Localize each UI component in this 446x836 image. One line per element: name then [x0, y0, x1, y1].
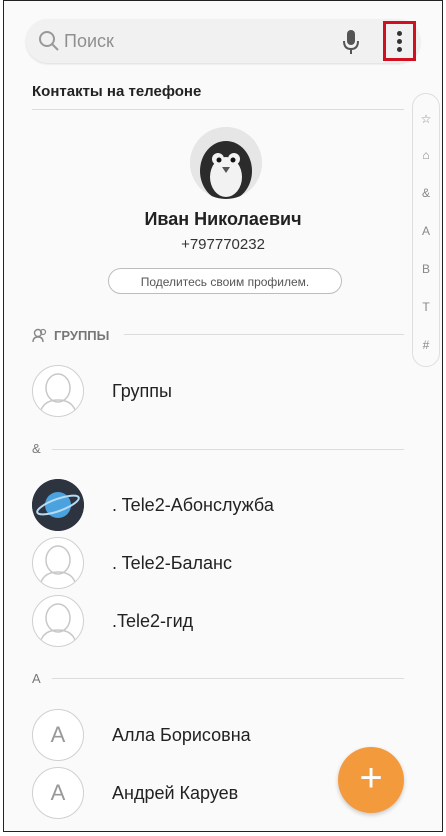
mic-icon[interactable] — [342, 29, 360, 55]
avatar — [32, 365, 84, 417]
avatar-initial: A — [50, 722, 66, 747]
penguin-icon — [190, 127, 262, 199]
index-favorites[interactable]: ☆ — [413, 112, 439, 126]
index-t[interactable]: T — [413, 300, 439, 314]
share-profile-button[interactable]: Поделитесь своим профилем. — [108, 268, 342, 294]
section-letter: A — [32, 671, 41, 686]
divider — [52, 449, 404, 450]
more-options-button[interactable] — [383, 21, 416, 61]
avatar: A — [32, 709, 84, 761]
avatar: A — [32, 767, 84, 819]
list-item[interactable]: . Tele2-Абонслужба — [4, 479, 404, 535]
contact-name: Андрей Каруев — [112, 783, 239, 803]
index-groups[interactable]: ⌂ — [413, 148, 439, 162]
person-icon — [40, 373, 76, 411]
profile-avatar[interactable] — [190, 127, 262, 199]
list-item[interactable]: .Tele2-гид — [4, 595, 404, 651]
groups-header-label: ГРУППЫ — [54, 328, 110, 343]
index-amp[interactable]: & — [413, 186, 439, 200]
avatar — [32, 537, 84, 589]
avatar — [32, 595, 84, 647]
add-contact-button[interactable]: + — [338, 747, 404, 813]
divider — [32, 109, 404, 110]
groups-icon — [32, 328, 47, 343]
person-icon — [40, 603, 76, 641]
person-icon — [40, 545, 76, 583]
index-b[interactable]: B — [413, 262, 439, 276]
list-item[interactable]: . Tele2-Баланс — [4, 537, 404, 593]
contact-name: Алла Борисовна — [112, 725, 251, 745]
menu-dot — [397, 47, 402, 52]
avatar — [32, 479, 84, 531]
avatar-initial: A — [50, 780, 66, 805]
menu-dot — [397, 39, 402, 44]
groups-header: ГРУППЫ — [32, 327, 109, 343]
alphabet-index[interactable]: ☆ ⌂ & A B T # — [412, 93, 440, 367]
index-hash[interactable]: # — [413, 338, 439, 352]
section-title: Контакты на телефоне — [32, 83, 202, 100]
search-bar[interactable]: Поиск — [26, 19, 420, 63]
search-icon — [39, 31, 59, 51]
section-letter: & — [32, 441, 41, 456]
list-item[interactable]: Группы — [4, 365, 404, 421]
planet-icon — [32, 479, 84, 531]
contact-name: . Tele2-Абонслужба — [112, 495, 274, 515]
contact-name: .Tele2-гид — [112, 611, 194, 631]
contact-name: . Tele2-Баланс — [112, 553, 232, 573]
divider — [52, 678, 404, 679]
profile-name: Иван Николаевич — [144, 209, 302, 229]
menu-dot — [397, 31, 402, 36]
divider — [124, 334, 404, 335]
contact-name: Группы — [112, 381, 172, 401]
search-input[interactable]: Поиск — [64, 31, 114, 52]
profile-phone: +797770232 — [181, 236, 265, 253]
phone-screen: Поиск Контакты на телефоне ☆ ⌂ & A B T # — [3, 0, 443, 832]
plus-icon: + — [359, 756, 383, 800]
